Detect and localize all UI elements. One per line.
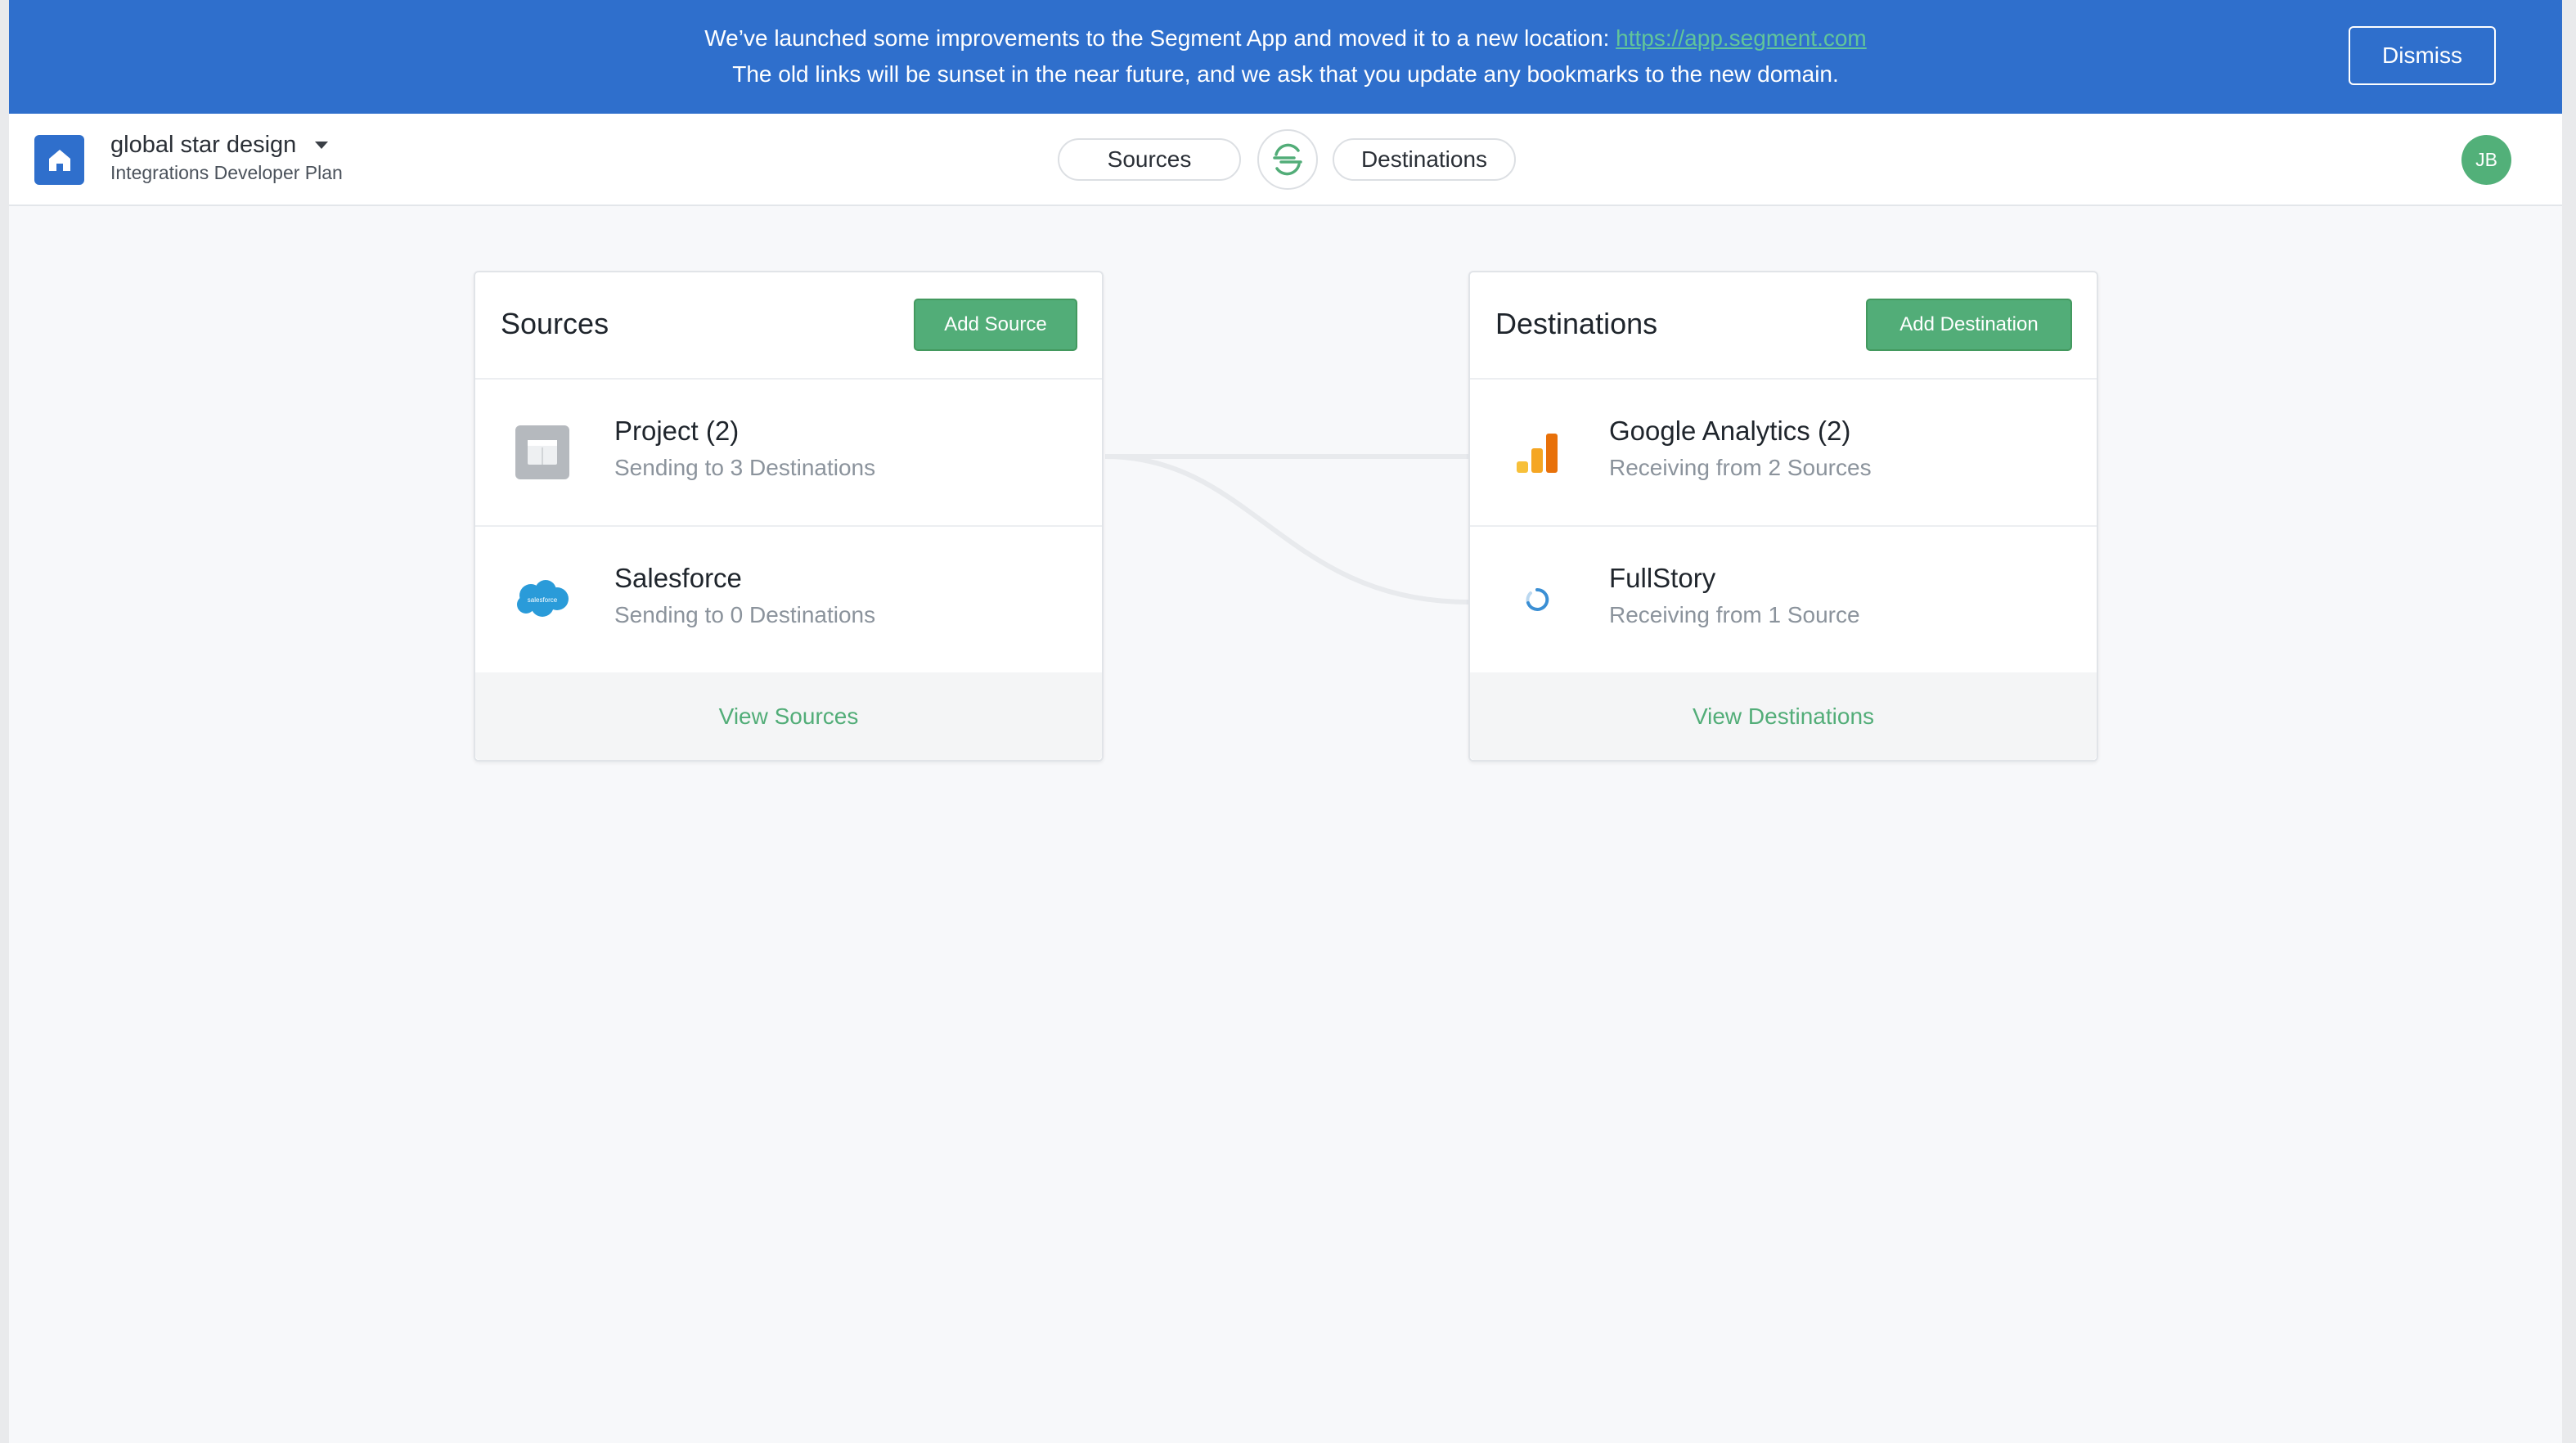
destinations-card-title: Destinations <box>1495 307 1658 340</box>
destinations-card: Destinations Add Destination Google Anal… <box>1468 271 2098 762</box>
announcement-banner: We’ve launched some improvements to the … <box>9 0 2562 114</box>
home-button[interactable] <box>34 135 84 185</box>
connection-lines <box>1104 453 1469 605</box>
banner-message-text: We’ve launched some improvements to the … <box>704 25 1616 51</box>
project-icon <box>515 425 570 480</box>
banner-link[interactable]: https://app.segment.com <box>1616 25 1867 51</box>
google-analytics-icon <box>1509 425 1565 480</box>
destination-row-fullstory[interactable]: FullStory Receiving from 1 Source <box>1470 527 2097 674</box>
top-navigation: global star design Integrations Develope… <box>9 114 2562 206</box>
svg-text:salesforce: salesforce <box>528 596 558 604</box>
destination-subtitle: Receiving from 1 Source <box>1609 602 1860 627</box>
user-avatar[interactable]: JB <box>2461 135 2511 185</box>
sources-card: Sources Add Source Project (2) Sending t… <box>474 271 1104 762</box>
view-destinations-link[interactable]: View Destinations <box>1693 704 1874 730</box>
banner-message-line2: The old links will be sunset in the near… <box>732 61 1839 87</box>
segment-logo-button[interactable] <box>1257 129 1318 190</box>
source-name[interactable]: Project (2) <box>614 416 739 447</box>
source-subtitle: Sending to 3 Destinations <box>614 455 876 480</box>
home-icon <box>48 149 70 171</box>
source-name[interactable]: Salesforce <box>614 563 742 594</box>
destinations-card-footer: View Destinations <box>1470 672 2097 760</box>
salesforce-icon: salesforce <box>515 572 570 627</box>
sources-nav-pill[interactable]: Sources <box>1058 138 1241 181</box>
app-window: We’ve launched some improvements to the … <box>9 0 2562 1443</box>
destinations-nav-pill[interactable]: Destinations <box>1333 138 1516 181</box>
view-sources-link[interactable]: View Sources <box>719 704 859 730</box>
sources-card-footer: View Sources <box>475 672 1102 760</box>
sources-card-header: Sources Add Source <box>475 272 1102 380</box>
banner-message-line1: We’ve launched some improvements to the … <box>9 25 2562 52</box>
destination-name[interactable]: Google Analytics (2) <box>1609 416 1850 447</box>
dismiss-button[interactable]: Dismiss <box>2349 26 2496 85</box>
destinations-card-header: Destinations Add Destination <box>1470 272 2097 380</box>
fullstory-icon <box>1509 572 1565 627</box>
source-subtitle: Sending to 0 Destinations <box>614 602 876 627</box>
add-destination-button[interactable]: Add Destination <box>1866 299 2072 351</box>
add-source-button[interactable]: Add Source <box>914 299 1077 351</box>
destination-subtitle: Receiving from 2 Sources <box>1609 455 1872 480</box>
chevron-down-icon[interactable] <box>315 142 328 149</box>
sources-card-title: Sources <box>501 307 609 340</box>
workspace-name[interactable]: global star design <box>110 132 296 159</box>
destination-name[interactable]: FullStory <box>1609 563 1715 594</box>
source-row-salesforce[interactable]: salesforce Salesforce Sending to 0 Desti… <box>475 527 1102 674</box>
destination-row-google-analytics[interactable]: Google Analytics (2) Receiving from 2 So… <box>1470 380 2097 527</box>
plan-name: Integrations Developer Plan <box>110 162 343 183</box>
source-row-project[interactable]: Project (2) Sending to 3 Destinations <box>475 380 1102 527</box>
segment-logo-icon <box>1273 143 1302 176</box>
